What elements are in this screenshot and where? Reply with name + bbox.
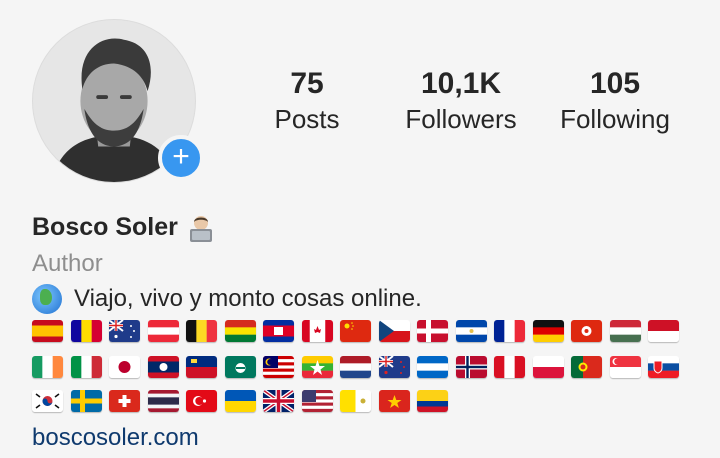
flag-de-icon <box>532 320 564 342</box>
flag-pe-icon <box>494 356 525 378</box>
flag-tr-icon <box>186 390 217 412</box>
following-stat[interactable]: 105 Following <box>550 66 680 136</box>
flag-ua-icon <box>224 390 256 412</box>
flag-se-icon <box>70 390 102 412</box>
flag-ie-icon <box>32 356 63 378</box>
flags-row-1 <box>32 320 687 342</box>
flag-dk-icon <box>417 320 448 342</box>
flag-cz-icon <box>378 320 410 342</box>
flag-sg-icon <box>609 356 641 378</box>
flag-pl-icon <box>532 356 564 378</box>
profile-website-link[interactable]: boscosoler.com <box>32 424 199 452</box>
profile-stats: 75 Posts 10,1K Followers 105 Following <box>230 66 710 146</box>
flag-ni-icon <box>417 356 448 378</box>
flag-hk-icon <box>571 320 602 342</box>
followers-label: Followers <box>405 104 517 134</box>
flag-it-icon <box>70 356 102 378</box>
flag-li-icon <box>186 356 217 378</box>
flag-my-icon <box>263 356 294 378</box>
profile-name: Bosco Soler <box>32 213 178 241</box>
posts-label: Posts <box>274 104 340 134</box>
flag-es-icon <box>32 320 63 342</box>
flags-row-3 <box>32 390 456 412</box>
plus-icon: + <box>172 140 190 173</box>
followers-stat[interactable]: 10,1K Followers <box>396 66 526 136</box>
flag-hu-icon <box>609 320 641 342</box>
flag-kr-icon <box>32 390 63 412</box>
bio-text: Viajo, vivo y monto cosas online. <box>74 285 422 312</box>
flag-pt-icon <box>571 356 602 378</box>
flag-ca-icon <box>301 320 333 342</box>
profile-name-row: Bosco Soler <box>32 213 214 242</box>
technologist-emoji-icon <box>189 215 212 242</box>
flag-nz-icon <box>378 356 410 378</box>
globe-icon <box>32 284 62 314</box>
flag-la-icon <box>147 356 179 378</box>
flag-gb-icon <box>263 390 294 412</box>
profile-bio: Viajo, vivo y monto cosas online. <box>32 284 422 314</box>
flag-mo-icon <box>224 356 256 378</box>
flag-sk-icon <box>648 356 679 378</box>
flag-nl-icon <box>340 356 371 378</box>
flag-co-icon <box>417 390 448 412</box>
profile-category: Author <box>32 250 103 277</box>
flag-cn-icon <box>340 320 371 342</box>
flag-sv-icon <box>455 320 487 342</box>
flag-no-icon <box>455 356 487 378</box>
profile-avatar-container[interactable]: + <box>32 19 204 185</box>
flag-ch-icon <box>109 390 140 412</box>
flag-au-icon <box>109 320 140 342</box>
flag-th-icon <box>147 390 179 412</box>
following-count: 105 <box>589 67 641 100</box>
flag-jp-icon <box>109 356 140 378</box>
flags-row-2 <box>32 356 687 378</box>
flag-us-icon <box>301 390 333 412</box>
flag-be-icon <box>186 320 217 342</box>
followers-count: 10,1K <box>420 67 502 100</box>
flag-vn-icon <box>378 390 410 412</box>
flag-at-icon <box>147 320 179 342</box>
posts-stat[interactable]: 75 Posts <box>262 66 352 136</box>
following-label: Following <box>560 104 670 134</box>
add-story-button[interactable]: + <box>158 135 204 181</box>
flag-bo-icon <box>224 320 256 342</box>
flag-id-icon <box>648 320 679 342</box>
posts-count: 75 <box>290 67 324 100</box>
flag-kh-icon <box>263 320 294 342</box>
flag-fr-icon <box>494 320 525 342</box>
flag-va-icon <box>340 390 371 412</box>
flag-mm-icon <box>301 356 333 378</box>
flag-ad-icon <box>70 320 102 342</box>
